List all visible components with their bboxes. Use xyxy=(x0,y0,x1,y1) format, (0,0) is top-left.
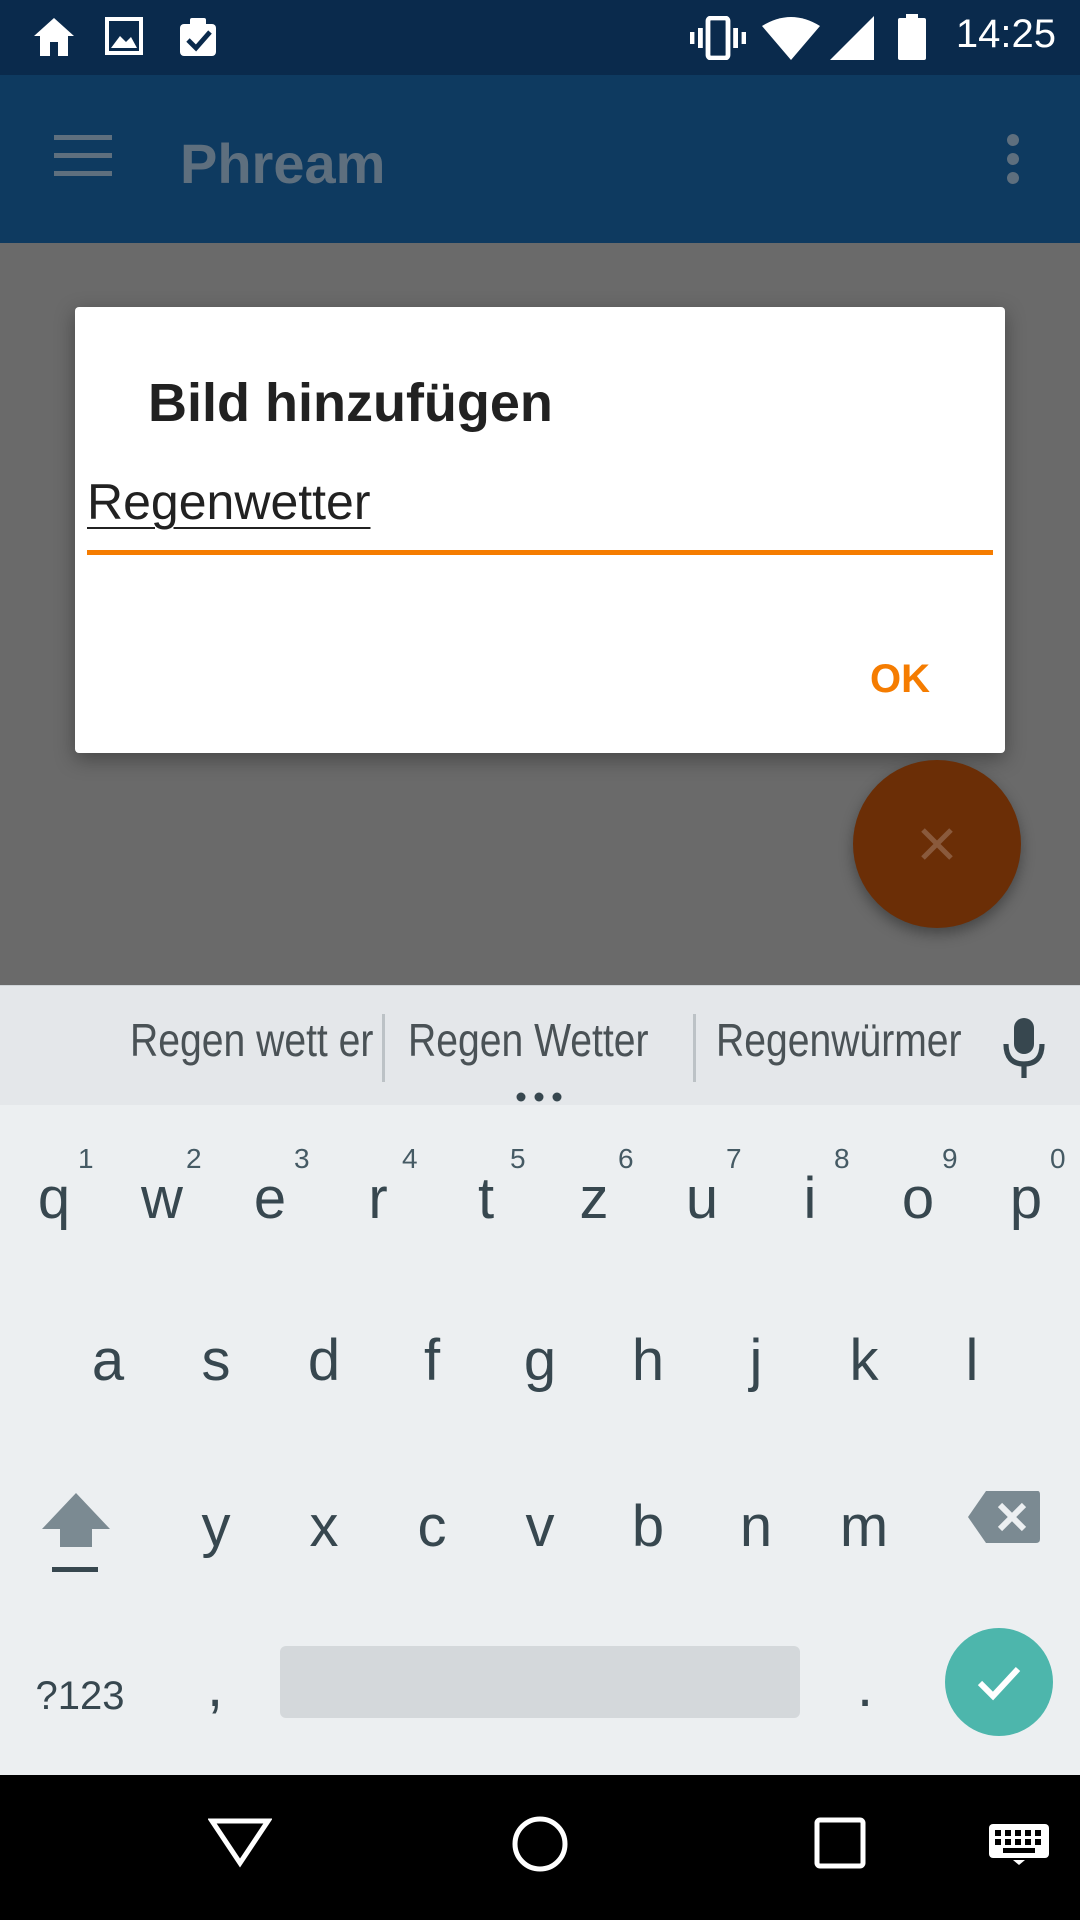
input-underline xyxy=(87,550,993,555)
symbols-key[interactable]: ?123 xyxy=(20,1661,140,1731)
image-name-input[interactable]: Regenwetter xyxy=(87,477,987,527)
home-nav-icon[interactable] xyxy=(511,1815,569,1873)
key-m[interactable]: m xyxy=(810,1493,918,1573)
status-time: 14:25 xyxy=(955,12,1056,56)
enter-button[interactable] xyxy=(945,1628,1053,1736)
home-icon xyxy=(34,18,74,56)
key-o[interactable]: o9 xyxy=(864,1143,972,1245)
back-icon[interactable] xyxy=(208,1815,272,1869)
key-f[interactable]: f xyxy=(378,1327,486,1407)
key-d[interactable]: d xyxy=(270,1327,378,1407)
key-u[interactable]: u7 xyxy=(648,1143,756,1245)
wifi-icon xyxy=(762,17,820,60)
close-icon xyxy=(921,828,953,860)
key-g[interactable]: g xyxy=(486,1327,594,1407)
key-s[interactable]: s xyxy=(162,1327,270,1407)
key-c[interactable]: c xyxy=(378,1493,486,1573)
suggestion-1[interactable]: Regen wett er xyxy=(130,1010,373,1070)
hamburger-menu-icon[interactable] xyxy=(54,135,112,177)
period-key[interactable]: . xyxy=(820,1653,910,1733)
key-w[interactable]: w2 xyxy=(108,1143,216,1245)
checkmark-icon xyxy=(977,1666,1021,1701)
suggestion-divider xyxy=(382,1014,385,1082)
key-i[interactable]: i8 xyxy=(756,1143,864,1245)
key-h[interactable]: h xyxy=(594,1327,702,1407)
more-vert-icon[interactable] xyxy=(1003,133,1023,185)
suggestion-3[interactable]: Regenwürmer xyxy=(716,1010,962,1070)
key-v[interactable]: v xyxy=(486,1493,594,1573)
suggestion-divider xyxy=(693,1014,696,1082)
key-l[interactable]: l xyxy=(918,1327,1026,1407)
close-fab-button[interactable] xyxy=(853,760,1021,928)
key-y[interactable]: y xyxy=(162,1493,270,1573)
ok-button[interactable]: OK xyxy=(835,649,965,709)
shift-icon[interactable] xyxy=(38,1487,114,1577)
key-p[interactable]: p0 xyxy=(972,1143,1080,1245)
key-r[interactable]: r4 xyxy=(324,1143,432,1245)
keyboard: q1 w2 e3 r4 t5 z6 u7 i8 o9 p0 a s d f g … xyxy=(0,1105,1080,1775)
keyboard-switch-icon[interactable] xyxy=(988,1823,1050,1865)
more-suggestions-icon[interactable] xyxy=(516,1092,562,1102)
key-x[interactable]: x xyxy=(270,1493,378,1573)
status-bar: 14:25 xyxy=(0,0,1080,75)
key-n[interactable]: n xyxy=(702,1493,810,1573)
suggestion-2[interactable]: Regen Wetter xyxy=(408,1010,649,1070)
battery-icon xyxy=(898,14,926,60)
microphone-icon[interactable] xyxy=(1000,1016,1048,1080)
add-image-dialog: Bild hinzufügen Regenwetter OK xyxy=(75,307,1005,753)
key-b[interactable]: b xyxy=(594,1493,702,1573)
comma-key[interactable]: , xyxy=(170,1653,260,1733)
key-j[interactable]: j xyxy=(702,1327,810,1407)
suggestion-bar: Regen wett er Regen Wetter Regenwürmer xyxy=(0,985,1080,1106)
key-z[interactable]: z6 xyxy=(540,1143,648,1245)
recents-icon[interactable] xyxy=(814,1817,866,1869)
dialog-title: Bild hinzufügen xyxy=(148,373,553,433)
backspace-icon[interactable] xyxy=(966,1489,1042,1545)
key-t[interactable]: t5 xyxy=(432,1143,540,1245)
app-title: Phream xyxy=(180,132,386,195)
key-k[interactable]: k xyxy=(810,1327,918,1407)
key-q[interactable]: q1 xyxy=(0,1143,108,1245)
signal-icon xyxy=(830,16,874,60)
key-a[interactable]: a xyxy=(54,1327,162,1407)
navigation-bar xyxy=(0,1775,1080,1920)
spacebar-key[interactable] xyxy=(280,1646,800,1718)
app-bar: Phream xyxy=(0,75,1080,243)
key-e[interactable]: e3 xyxy=(216,1143,324,1245)
image-icon xyxy=(105,17,143,55)
clipboard-check-icon xyxy=(180,18,216,56)
vibrate-icon xyxy=(690,16,746,60)
